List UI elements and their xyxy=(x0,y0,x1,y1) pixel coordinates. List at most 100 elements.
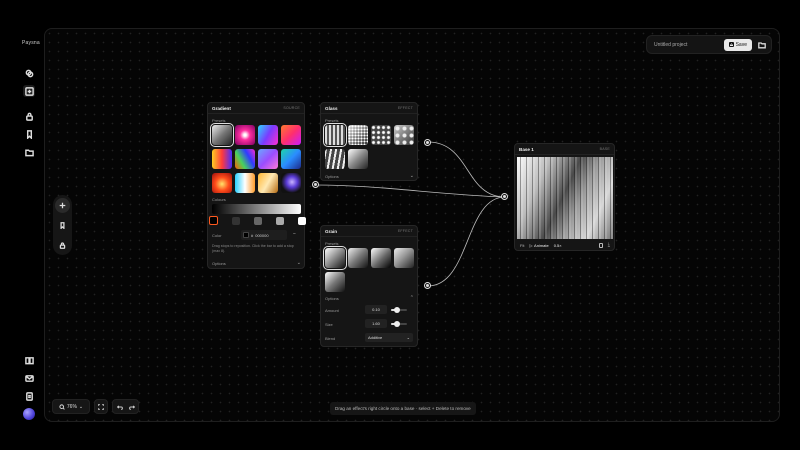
grain-preset[interactable] xyxy=(394,248,414,268)
glass-output-port[interactable] xyxy=(424,139,431,146)
canvas-tools xyxy=(53,195,72,255)
gradient-stop[interactable] xyxy=(232,217,240,225)
redo-icon[interactable] xyxy=(128,404,135,410)
fit-button[interactable]: Fit xyxy=(520,243,524,248)
amount-slider-handle[interactable] xyxy=(394,307,401,313)
base-preview xyxy=(517,157,613,239)
gradient-stop[interactable] xyxy=(298,217,306,225)
speed-value[interactable]: 0.5× xyxy=(554,243,562,248)
blend-label: Blend xyxy=(325,336,336,341)
colours-label: Colours xyxy=(212,197,226,202)
lock-icon xyxy=(59,242,66,249)
glass-preset[interactable] xyxy=(348,149,368,169)
grain-preset[interactable] xyxy=(325,272,345,292)
bookmark-tool[interactable] xyxy=(55,218,70,233)
download-icon[interactable]: ⤓ xyxy=(608,243,610,248)
copy-icon[interactable] xyxy=(598,243,603,248)
base-node[interactable]: Base 1 BASE Fit ▷ Animate 0.5× ⤓ xyxy=(514,143,615,251)
glass-preset[interactable] xyxy=(348,125,368,145)
grain-preset[interactable] xyxy=(323,246,347,270)
gradient-preset[interactable] xyxy=(281,149,301,169)
chevron-down-icon: ⌄ xyxy=(78,403,84,410)
blend-select[interactable]: Additive ⌄ xyxy=(365,333,413,342)
grain-preset[interactable] xyxy=(371,248,391,268)
gradient-output-port[interactable] xyxy=(312,181,319,188)
mail-icon[interactable] xyxy=(23,372,35,384)
layers-icon[interactable] xyxy=(23,67,35,79)
glass-preset[interactable] xyxy=(325,149,345,169)
document-icon[interactable] xyxy=(23,390,35,402)
size-label: Size xyxy=(325,322,333,327)
grain-node[interactable]: Grain EFFECT Presets Options ⌃ Amount 0.… xyxy=(320,225,418,347)
fit-view-button[interactable] xyxy=(94,399,108,414)
gradient-preset[interactable] xyxy=(235,149,255,169)
gradient-preset[interactable] xyxy=(258,149,278,169)
options-toggle[interactable]: Options ⌄ xyxy=(212,260,301,266)
node-title: Glass xyxy=(325,105,338,111)
color-swatch[interactable] xyxy=(243,232,249,238)
gradient-preset[interactable] xyxy=(235,125,255,145)
gradient-preset[interactable] xyxy=(212,173,232,193)
add-node-icon[interactable] xyxy=(23,85,35,97)
gradient-preset[interactable] xyxy=(258,125,278,145)
blend-value: Additive xyxy=(368,335,383,340)
gradient-preset[interactable] xyxy=(258,173,278,193)
hex-value: 000000 xyxy=(255,232,269,238)
chevron-up-icon: ⌃ xyxy=(409,295,414,301)
save-icon xyxy=(728,42,734,47)
bookmark-icon[interactable] xyxy=(23,128,35,140)
zoom-icon xyxy=(59,403,65,410)
options-label: Options xyxy=(325,295,339,301)
base-input-port[interactable] xyxy=(501,193,508,200)
options-toggle[interactable]: Options ⌄ xyxy=(325,173,414,179)
gradient-stop[interactable] xyxy=(254,217,262,225)
gradient-preset[interactable] xyxy=(281,125,301,145)
chevron-down-icon: ⌄ xyxy=(296,260,301,266)
gradient-stop[interactable] xyxy=(276,217,284,225)
lock-icon[interactable] xyxy=(23,110,35,122)
color-hex-input[interactable]: # 000000 xyxy=(241,230,287,240)
gradient-preset[interactable] xyxy=(212,149,232,169)
glass-preset[interactable] xyxy=(394,125,414,145)
node-title: Gradient xyxy=(212,105,231,111)
amount-slider[interactable] xyxy=(391,307,407,313)
node-type-tag: EFFECT xyxy=(397,106,413,110)
options-toggle[interactable]: Options ⌃ xyxy=(325,295,414,301)
project-bar: Untitled project Save xyxy=(646,35,772,54)
grain-preset[interactable] xyxy=(348,248,368,268)
color-label: Color xyxy=(212,233,222,238)
gradient-node[interactable]: Gradient SOURCE Presets Colours Color # … xyxy=(207,102,306,269)
animate-label: Animate xyxy=(534,243,549,248)
zoom-control[interactable]: 76% ⌄ xyxy=(52,399,90,414)
save-button[interactable]: Save xyxy=(723,38,752,51)
node-title: Base 1 xyxy=(519,146,534,152)
size-slider-handle[interactable] xyxy=(394,321,401,327)
grain-output-port[interactable] xyxy=(424,282,431,289)
project-name[interactable]: Untitled project xyxy=(654,42,724,48)
add-button[interactable] xyxy=(55,198,70,213)
open-folder-button[interactable] xyxy=(756,39,768,51)
glass-node[interactable]: Glass EFFECT Presets Options ⌄ xyxy=(320,102,418,181)
animate-toggle[interactable]: ▷ Animate xyxy=(529,243,548,248)
folder-icon[interactable] xyxy=(23,146,35,158)
book-icon[interactable] xyxy=(23,354,35,366)
fullscreen-icon xyxy=(98,403,104,410)
history-controls xyxy=(112,399,139,414)
glass-preset[interactable] xyxy=(323,123,347,147)
lock-tool[interactable] xyxy=(55,238,70,253)
size-input[interactable]: 1.60 xyxy=(365,319,387,328)
node-type-tag: EFFECT xyxy=(397,229,413,233)
gradient-preset[interactable] xyxy=(235,173,255,193)
glass-preset[interactable] xyxy=(371,125,391,145)
user-avatar[interactable] xyxy=(23,408,35,420)
gradient-stop[interactable] xyxy=(209,216,218,225)
gradient-preset[interactable] xyxy=(210,123,234,147)
size-slider[interactable] xyxy=(391,321,407,327)
undo-icon[interactable] xyxy=(116,404,123,410)
gradient-preset[interactable] xyxy=(281,173,301,193)
gradient-bar[interactable] xyxy=(212,204,301,214)
amount-input[interactable]: 0.10 xyxy=(365,305,387,314)
node-type-tag: BASE xyxy=(599,147,610,151)
remove-stop-button[interactable]: − xyxy=(293,231,296,237)
node-type-tag: SOURCE xyxy=(283,106,300,110)
